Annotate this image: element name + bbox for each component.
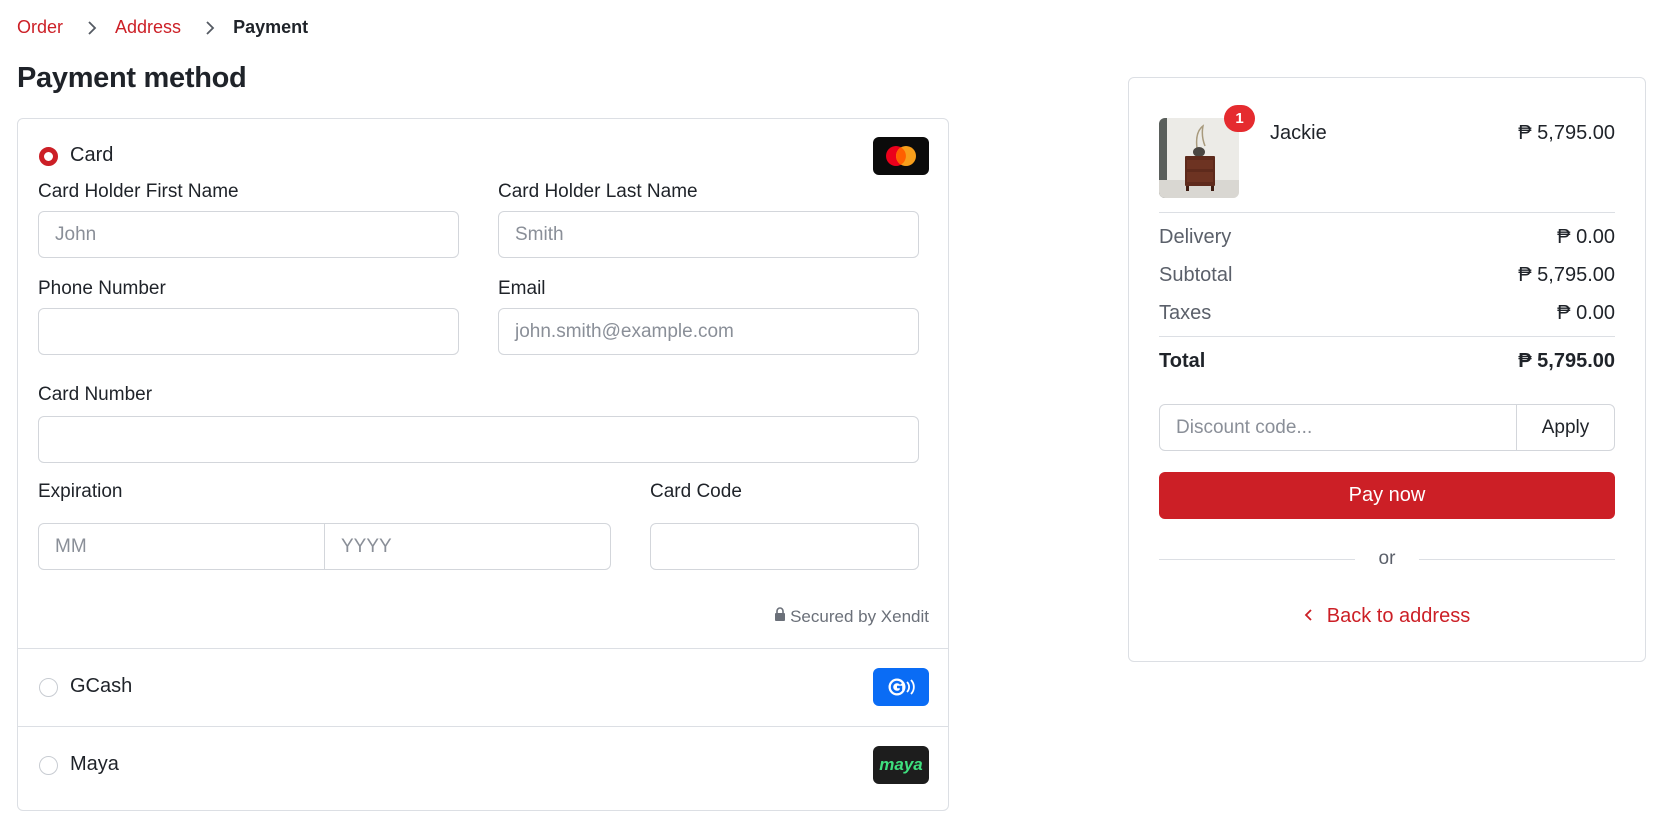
phone-label: Phone Number: [38, 278, 166, 299]
discount-group: Discount code... Apply: [1159, 404, 1615, 451]
expiration-label: Expiration: [38, 481, 123, 502]
gcash-label: GCash: [70, 675, 133, 697]
gcash-radio[interactable]: [39, 678, 58, 697]
product-price: ₱ 5,795.00: [1518, 122, 1615, 144]
or-separator: or: [1159, 548, 1615, 570]
payment-option-gcash[interactable]: GCash: [18, 668, 948, 706]
chevron-left-icon: [1304, 605, 1313, 628]
chevron-right-icon: [87, 20, 97, 35]
lock-icon: [774, 607, 786, 627]
back-to-address-label: Back to address: [1326, 605, 1471, 627]
or-text: or: [1378, 548, 1396, 569]
divider: [1419, 558, 1615, 560]
order-summary: 1 Jackie ₱ 5,795.00 Delivery ₱ 0.00 Subt…: [1128, 77, 1646, 662]
total-row: Total ₱ 5,795.00: [1159, 350, 1615, 373]
expiration-year-placeholder: YYYY: [341, 535, 392, 557]
discount-code-placeholder: Discount code...: [1176, 416, 1313, 438]
last-name-input[interactable]: Smith: [498, 211, 919, 258]
discount-code-input[interactable]: Discount code...: [1160, 405, 1516, 450]
total-label: Total: [1159, 350, 1206, 372]
card-code-input[interactable]: [650, 523, 919, 570]
card-code-label: Card Code: [650, 481, 742, 502]
payment-methods-panel: Card Card Holder First Name John Card Ho…: [17, 118, 949, 811]
subtotal-label: Subtotal: [1159, 264, 1233, 286]
divider: [1159, 212, 1615, 213]
first-name-input[interactable]: John: [38, 211, 459, 258]
chevron-right-icon: [205, 20, 215, 35]
card-radio[interactable]: [39, 147, 58, 166]
maya-icon: maya: [873, 746, 929, 784]
quantity-badge: 1: [1224, 105, 1255, 132]
total-value: ₱ 5,795.00: [1518, 350, 1615, 372]
maya-radio[interactable]: [39, 756, 58, 775]
card-label: Card: [70, 144, 114, 166]
divider: [18, 648, 948, 649]
subtotal-value: ₱ 5,795.00: [1518, 264, 1615, 286]
secured-text: Secured by Xendit: [790, 607, 929, 626]
breadcrumb-address-link[interactable]: Address: [115, 17, 181, 38]
apply-discount-button[interactable]: Apply: [1516, 405, 1614, 450]
first-name-label: Card Holder First Name: [38, 181, 239, 202]
expiration-year-input[interactable]: YYYY: [324, 523, 611, 570]
page-title: Payment method: [17, 62, 247, 94]
breadcrumb-order-link[interactable]: Order: [17, 17, 63, 38]
gcash-icon: [873, 668, 929, 706]
maya-label: Maya: [70, 753, 119, 775]
first-name-placeholder: John: [55, 223, 97, 245]
taxes-value: ₱ 0.00: [1557, 302, 1615, 324]
expiration-month-input[interactable]: MM: [38, 523, 325, 570]
last-name-placeholder: Smith: [515, 223, 564, 245]
taxes-label: Taxes: [1159, 302, 1212, 324]
last-name-label: Card Holder Last Name: [498, 181, 698, 202]
payment-option-maya[interactable]: Maya maya: [18, 746, 948, 784]
breadcrumb: Order Address Payment: [17, 17, 308, 38]
product-image: [1159, 118, 1239, 198]
delivery-value: ₱ 0.00: [1557, 226, 1615, 248]
divider: [1159, 336, 1615, 337]
expiration-month-placeholder: MM: [55, 535, 87, 557]
delivery-label: Delivery: [1159, 226, 1232, 248]
card-number-label: Card Number: [38, 384, 153, 405]
divider: [1159, 558, 1355, 560]
email-placeholder: john.smith@example.com: [515, 320, 734, 342]
email-label: Email: [498, 278, 546, 299]
email-input[interactable]: john.smith@example.com: [498, 308, 919, 355]
breadcrumb-current-payment: Payment: [233, 17, 309, 37]
product-name: Jackie: [1270, 122, 1327, 144]
mastercard-icon: [873, 137, 929, 175]
card-number-input[interactable]: [38, 416, 919, 463]
divider: [18, 726, 948, 727]
secured-note: Secured by Xendit: [774, 607, 929, 627]
delivery-row: Delivery ₱ 0.00: [1159, 226, 1615, 249]
subtotal-row: Subtotal ₱ 5,795.00: [1159, 264, 1615, 287]
phone-input[interactable]: [38, 308, 459, 355]
back-to-address-link[interactable]: Back to address: [1129, 605, 1645, 628]
payment-option-card[interactable]: Card: [18, 137, 948, 175]
taxes-row: Taxes ₱ 0.00: [1159, 302, 1615, 325]
pay-now-button[interactable]: Pay now: [1159, 472, 1615, 519]
